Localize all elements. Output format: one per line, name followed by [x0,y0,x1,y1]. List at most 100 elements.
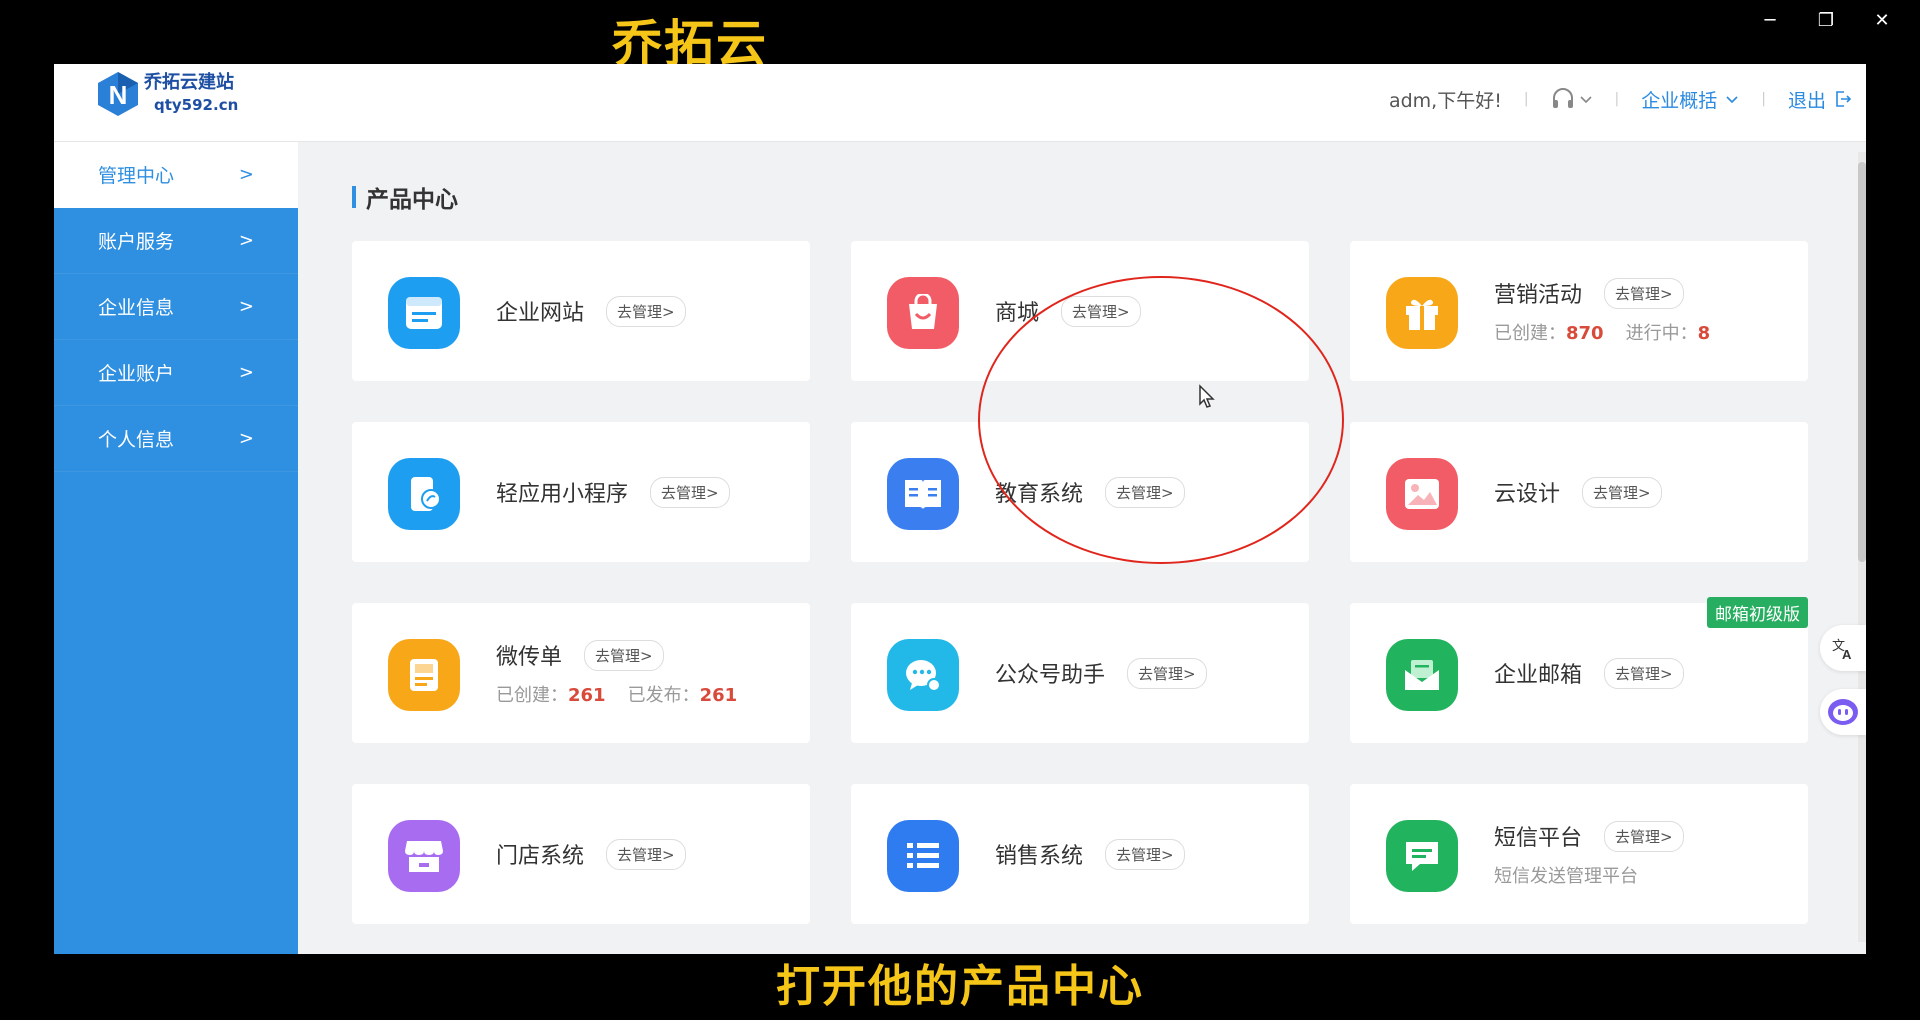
product-name: 企业邮箱 [1494,663,1583,688]
sidebar-item-enterprise-info[interactable]: 企业信息 > [54,274,298,340]
enterprise-overview-label: 企业概括 [1641,89,1718,112]
manage-button[interactable]: 去管理> [1105,476,1185,508]
support-menu[interactable] [1551,88,1593,110]
product-name: 销售系统 [995,844,1084,869]
logo-title: 乔拓云建站 [144,72,234,93]
logo[interactable]: N 乔拓云建站 qty592.cn [96,70,238,118]
divider: | [1523,91,1529,107]
restore-button[interactable]: ❐ [1798,6,1854,34]
manage-button[interactable]: 去管理> [1604,657,1684,689]
chevron-right-icon: > [238,428,254,449]
product-name: 营销活动 [1494,283,1583,308]
robot-icon [1828,699,1858,725]
assistant-button[interactable] [1820,689,1866,735]
header-actions: adm,下午好! | | 企业概括 | 退出 [1389,84,1852,114]
product-card-sms[interactable]: 短信平台 去管理> 短信发送管理平台 [1350,784,1808,924]
chevron-right-icon: > [238,362,254,383]
translate-icon: 文A [1832,639,1852,661]
scrollbar-thumb[interactable] [1858,162,1866,562]
book-icon [887,458,959,530]
product-name: 公众号助手 [995,663,1106,688]
product-card-store[interactable]: 门店系统 去管理> [352,784,810,924]
manage-button[interactable]: 去管理> [1604,277,1684,309]
product-card-marketing[interactable]: 营销活动 去管理> 已创建：870 进行中：8 [1350,241,1808,381]
window-controls: ─ ❐ ✕ [1742,6,1910,34]
chevron-right-icon: > [238,296,254,317]
manage-button[interactable]: 去管理> [1061,295,1141,327]
gift-icon [1386,277,1458,349]
product-card-education[interactable]: 教育系统 去管理> [851,422,1309,562]
stat-label: 已发布： [627,685,700,706]
stat-label: 已创建： [496,685,568,706]
manage-button[interactable]: 去管理> [1127,657,1207,689]
page-title-text: 产品中心 [366,187,458,213]
product-name: 短信平台 [1494,826,1583,851]
manage-button[interactable]: 去管理> [1604,820,1684,852]
svg-text:A: A [1842,647,1852,661]
manage-button[interactable]: 去管理> [650,476,730,508]
manage-button[interactable]: 去管理> [606,295,686,327]
stat-value: 8 [1697,323,1711,344]
scrollbar[interactable] [1858,152,1866,942]
product-card-mall[interactable]: 商城 去管理> [851,241,1309,381]
product-name: 教育系统 [995,482,1084,507]
logout-label: 退出 [1787,89,1826,112]
product-card-cloud-design[interactable]: 云设计 去管理> [1350,422,1808,562]
stat-value: 261 [699,685,738,706]
sms-icon [1386,820,1458,892]
browser-icon [388,277,460,349]
shopping-bag-icon [887,277,959,349]
chevron-right-icon: > [238,230,254,251]
wechat-icon [887,639,959,711]
product-stats: 已创建：870 进行中：8 [1494,319,1710,345]
manage-button[interactable]: 去管理> [1582,476,1662,508]
product-name: 云设计 [1494,482,1561,507]
product-card-mini-app[interactable]: 轻应用小程序 去管理> [352,422,810,562]
app-window: N 乔拓云建站 qty592.cn adm,下午好! | | 企业概括 | 退出 [54,64,1866,954]
flyer-icon [388,639,460,711]
sidebar: 管理中心 > 账户服务 > 企业信息 > 企业账户 > 个人信息 > [54,142,298,954]
page-title: 产品中心 [352,180,458,214]
sidebar-item-enterprise-account[interactable]: 企业账户 > [54,340,298,406]
sidebar-item-label: 个人信息 [98,429,175,451]
enterprise-overview-menu[interactable]: 企业概括 [1641,86,1739,113]
sidebar-item-label: 管理中心 [98,165,175,187]
product-card-sales[interactable]: 销售系统 去管理> [851,784,1309,924]
mini-app-icon [388,458,460,530]
mail-tier-badge: 邮箱初级版 [1707,597,1808,628]
sidebar-item-label: 企业账户 [98,363,175,385]
mouse-cursor-icon [1199,384,1215,408]
minimize-button[interactable]: ─ [1742,6,1798,34]
logo-domain: qty592.cn [154,96,239,114]
sidebar-item-management-center[interactable]: 管理中心 > [54,142,298,208]
product-name: 商城 [995,301,1040,326]
sidebar-item-label: 企业信息 [98,297,175,319]
product-name: 门店系统 [496,844,585,869]
close-button[interactable]: ✕ [1854,6,1910,34]
product-name: 微传单 [496,645,563,670]
manage-button[interactable]: 去管理> [584,639,664,671]
sidebar-item-label: 账户服务 [98,231,175,253]
sidebar-item-personal-info[interactable]: 个人信息 > [54,406,298,472]
stat-label: 已创建： [1494,323,1566,344]
translate-button[interactable]: 文A [1820,625,1866,671]
logout-icon [1836,91,1852,107]
chevron-down-icon [1579,96,1592,104]
product-name: 轻应用小程序 [496,482,629,507]
headset-icon [1552,88,1573,108]
product-card-wechat-assistant[interactable]: 公众号助手 去管理> [851,603,1309,743]
product-card-flyer[interactable]: 微传单 去管理> 已创建：261 已发布：261 [352,603,810,743]
product-card-enterprise-mail[interactable]: 邮箱初级版 企业邮箱 去管理> [1350,597,1808,743]
title-accent-bar [352,186,356,208]
manage-button[interactable]: 去管理> [606,838,686,870]
user-greeting: adm,下午好! [1388,89,1502,112]
logout-button[interactable]: 退出 [1788,86,1852,113]
chevron-down-icon [1726,96,1738,104]
stat-value: 261 [568,685,606,706]
product-card-website[interactable]: 企业网站 去管理> [352,241,810,381]
list-icon [887,820,959,892]
sidebar-item-account-service[interactable]: 账户服务 > [54,208,298,274]
divider: | [1614,91,1620,107]
stat-value: 870 [1566,323,1604,344]
manage-button[interactable]: 去管理> [1105,838,1185,870]
